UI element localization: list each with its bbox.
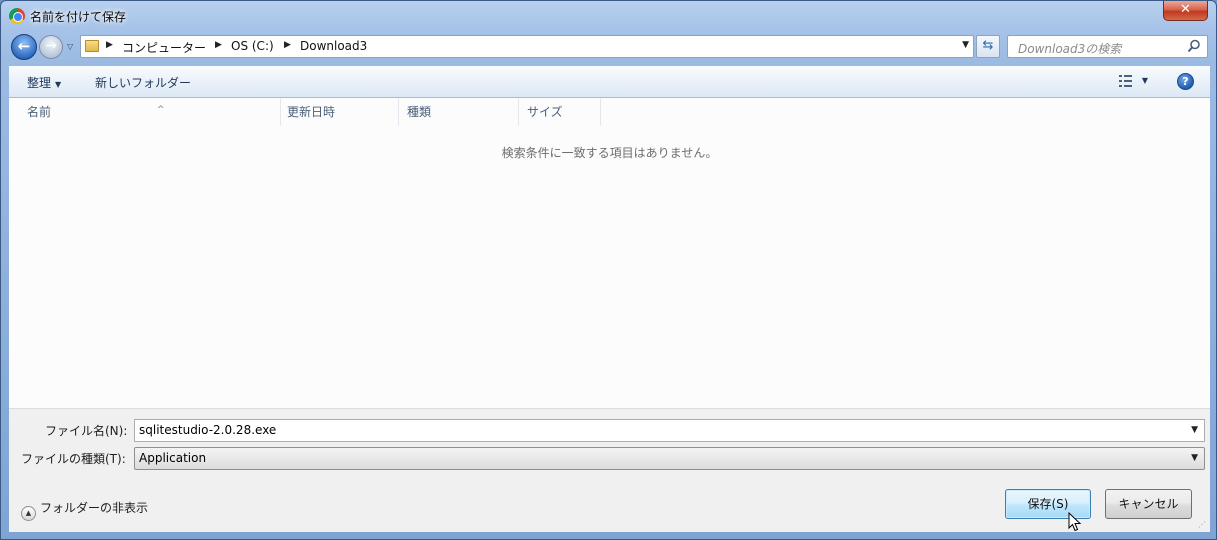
chrome-icon	[9, 8, 25, 24]
chevron-down-icon: ▽	[67, 42, 74, 51]
filename-value: sqlitestudio-2.0.28.exe	[139, 423, 277, 437]
hide-folders-toggle[interactable]: ▲ フォルダーの非表示	[21, 499, 148, 521]
organize-label: 整理	[27, 76, 52, 90]
breadcrumb-computer[interactable]: コンピューター	[122, 39, 206, 56]
search-icon[interactable]	[1187, 39, 1201, 53]
column-header-modified[interactable]: 更新日時	[279, 98, 399, 126]
forward-button[interactable]: →	[39, 35, 63, 59]
resize-grip-icon[interactable]: ⋰	[1198, 520, 1208, 530]
filename-field[interactable]: sqlitestudio-2.0.28.exe ▼	[134, 419, 1205, 442]
new-folder-button[interactable]: 新しいフォルダー	[95, 74, 191, 91]
folder-icon	[85, 40, 99, 52]
breadcrumb-separator-icon[interactable]: ▶	[215, 40, 222, 50]
cancel-button[interactable]: キャンセル	[1105, 489, 1192, 519]
sort-ascending-icon: ^	[157, 105, 165, 115]
organize-menu[interactable]: 整理 ▼	[27, 74, 61, 91]
search-input[interactable]: Download3の検索	[1007, 35, 1208, 58]
breadcrumb-separator-icon[interactable]: ▶	[106, 40, 113, 50]
filetype-value: Application	[139, 451, 207, 465]
arrow-left-icon: ←	[17, 37, 31, 55]
column-name-label: 名前	[27, 105, 52, 119]
view-options-icon[interactable]	[1118, 74, 1134, 88]
title-bar: 名前を付けて保存 ✕	[1, 1, 1216, 31]
refresh-button[interactable]: ⇆	[976, 35, 1000, 58]
address-dropdown-icon[interactable]: ▼	[962, 40, 969, 50]
breadcrumb-drive[interactable]: OS (C:)	[231, 39, 274, 53]
arrow-right-icon: →	[45, 38, 57, 54]
view-dropdown-icon[interactable]: ▼	[1142, 76, 1148, 85]
refresh-icon: ⇆	[982, 38, 994, 53]
address-bar[interactable]: ▶ コンピューター ▶ OS (C:) ▶ Download3 ▼	[80, 35, 974, 58]
hide-folders-label: フォルダーの非表示	[40, 501, 149, 515]
column-header-type[interactable]: 種類	[399, 98, 519, 126]
filename-label: ファイル名(N):	[45, 424, 128, 438]
column-header-name[interactable]: 名前 ^	[19, 98, 281, 126]
command-bar: 整理 ▼ 新しいフォルダー ▼ ?	[9, 66, 1210, 98]
window-title: 名前を付けて保存	[30, 10, 127, 24]
filename-dropdown-icon[interactable]: ▼	[1191, 425, 1198, 435]
caret-down-icon: ▼	[55, 80, 62, 89]
file-list[interactable]: 名前 ^ 更新日時 種類 サイズ 検索条件に一致する項目はありません。	[9, 98, 1210, 408]
search-placeholder: Download3の検索	[1018, 42, 1122, 56]
breadcrumb-separator-icon[interactable]: ▶	[284, 40, 291, 50]
collapse-up-icon: ▲	[21, 506, 36, 521]
save-options-panel: ファイル名(N): sqlitestudio-2.0.28.exe ▼ ファイル…	[9, 408, 1210, 532]
back-button[interactable]: ←	[11, 34, 37, 60]
save-as-dialog: 名前を付けて保存 ✕ ← → ▽ ▶ コンピューター ▶ OS (C:) ▶ D…	[0, 0, 1217, 540]
filetype-label: ファイルの種類(T):	[21, 452, 126, 466]
column-header-size[interactable]: サイズ	[519, 98, 601, 126]
mouse-cursor-icon	[1068, 512, 1082, 532]
help-button[interactable]: ?	[1177, 73, 1194, 90]
filetype-dropdown-icon: ▼	[1191, 453, 1198, 463]
empty-list-message: 検索条件に一致する項目はありません。	[501, 146, 718, 160]
breadcrumb-folder[interactable]: Download3	[300, 39, 367, 53]
close-button[interactable]: ✕	[1163, 1, 1208, 21]
recent-pages-dropdown[interactable]: ▽	[67, 42, 77, 52]
filetype-select[interactable]: Application ▼	[134, 447, 1205, 470]
